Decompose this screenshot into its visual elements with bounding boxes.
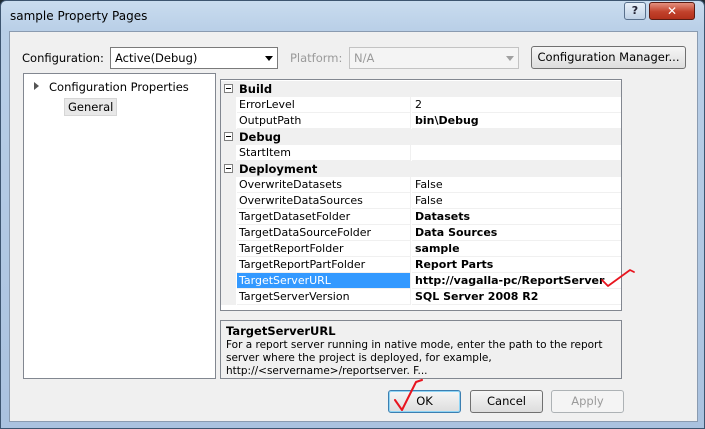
chevron-down-icon xyxy=(265,56,273,61)
property-grid[interactable]: Build ErrorLevel 2 OutputPath bin\Debug … xyxy=(220,79,622,311)
property-value[interactable]: SQL Server 2008 R2 xyxy=(412,289,621,305)
category-debug[interactable]: Debug xyxy=(221,129,621,145)
property-value[interactable]: bin\Debug xyxy=(412,113,621,129)
property-name: OutputPath xyxy=(237,113,411,129)
configuration-dropdown[interactable]: Active(Debug) xyxy=(110,47,278,69)
property-row-targetdatasourcefolder[interactable]: TargetDataSourceFolder Data Sources xyxy=(221,225,621,241)
collapse-icon[interactable] xyxy=(224,84,233,93)
configuration-label: Configuration: xyxy=(22,51,104,65)
configuration-manager-button[interactable]: Configuration Manager... xyxy=(531,46,686,69)
property-name: TargetReportFolder xyxy=(237,241,411,257)
property-row-overwritedatasources[interactable]: OverwriteDataSources False xyxy=(221,193,621,209)
property-value[interactable] xyxy=(412,145,621,161)
platform-label: Platform: xyxy=(290,51,343,65)
tree-item-configuration-properties[interactable]: Configuration Properties xyxy=(49,80,189,94)
property-name: TargetServerURL xyxy=(237,273,411,289)
dialog-client-area: Configuration: Active(Debug) Platform: N… xyxy=(9,31,698,422)
property-row-targetdatasetfolder[interactable]: TargetDatasetFolder Datasets xyxy=(221,209,621,225)
property-pages-window: sample Property Pages ? ✕ Configuration:… xyxy=(0,0,705,429)
check-mark-annotation-icon xyxy=(394,379,423,411)
property-name: ErrorLevel xyxy=(237,97,411,113)
property-value[interactable]: Datasets xyxy=(412,209,621,225)
property-row-errorlevel[interactable]: ErrorLevel 2 xyxy=(221,97,621,113)
check-mark-annotation-icon xyxy=(601,269,635,287)
property-description-panel: TargetServerURL For a report server runn… xyxy=(220,320,622,379)
property-value[interactable]: False xyxy=(412,177,621,193)
category-label: Deployment xyxy=(239,162,318,176)
property-name: StartItem xyxy=(237,145,411,161)
property-row-targetserverversion[interactable]: TargetServerVersion SQL Server 2008 R2 xyxy=(221,289,621,305)
collapse-icon[interactable] xyxy=(224,132,233,141)
property-row-startitem[interactable]: StartItem xyxy=(221,145,621,161)
title-bar[interactable]: sample Property Pages ? ✕ xyxy=(1,1,704,31)
category-label: Build xyxy=(239,82,273,96)
description-title: TargetServerURL xyxy=(226,324,336,338)
property-value[interactable]: Report Parts xyxy=(412,257,621,273)
property-row-targetreportpartfolder[interactable]: TargetReportPartFolder Report Parts xyxy=(221,257,621,273)
category-build[interactable]: Build xyxy=(221,81,621,97)
property-value[interactable]: sample xyxy=(412,241,621,257)
property-row-targetserverurl[interactable]: TargetServerURL http://vagalla-pc/Report… xyxy=(221,273,621,289)
property-row-targetreportfolder[interactable]: TargetReportFolder sample xyxy=(221,241,621,257)
chevron-down-icon xyxy=(506,56,514,61)
category-label: Debug xyxy=(239,130,281,144)
property-value[interactable]: Data Sources xyxy=(412,225,621,241)
property-row-outputpath[interactable]: OutputPath bin\Debug xyxy=(221,113,621,129)
property-name: TargetReportPartFolder xyxy=(237,257,411,273)
property-name: OverwriteDatasets xyxy=(237,177,411,193)
configuration-tree[interactable]: Configuration Properties General xyxy=(23,73,216,379)
platform-dropdown[interactable]: N/A xyxy=(349,47,519,69)
close-button[interactable]: ✕ xyxy=(649,2,695,20)
help-button[interactable]: ? xyxy=(624,2,646,20)
property-row-overwritedatasets[interactable]: OverwriteDatasets False xyxy=(221,177,621,193)
configuration-value: Active(Debug) xyxy=(115,51,198,65)
property-value[interactable]: False xyxy=(412,193,621,209)
description-text: For a report server running in native mo… xyxy=(226,339,603,377)
collapse-icon[interactable] xyxy=(224,164,233,173)
category-deployment[interactable]: Deployment xyxy=(221,161,621,177)
tree-item-general[interactable]: General xyxy=(64,98,118,116)
property-name: OverwriteDataSources xyxy=(237,193,411,209)
platform-value: N/A xyxy=(354,51,375,65)
property-name: TargetDataSourceFolder xyxy=(237,225,411,241)
property-value[interactable]: http://vagalla-pc/ReportServer xyxy=(412,273,621,289)
window-title: sample Property Pages xyxy=(10,9,148,23)
expand-arrow-icon[interactable] xyxy=(34,82,39,90)
property-name: TargetServerVersion xyxy=(237,289,411,305)
property-name: TargetDatasetFolder xyxy=(237,209,411,225)
cancel-button[interactable]: Cancel xyxy=(470,390,543,413)
property-value[interactable]: 2 xyxy=(412,97,621,113)
apply-button[interactable]: Apply xyxy=(551,390,624,413)
